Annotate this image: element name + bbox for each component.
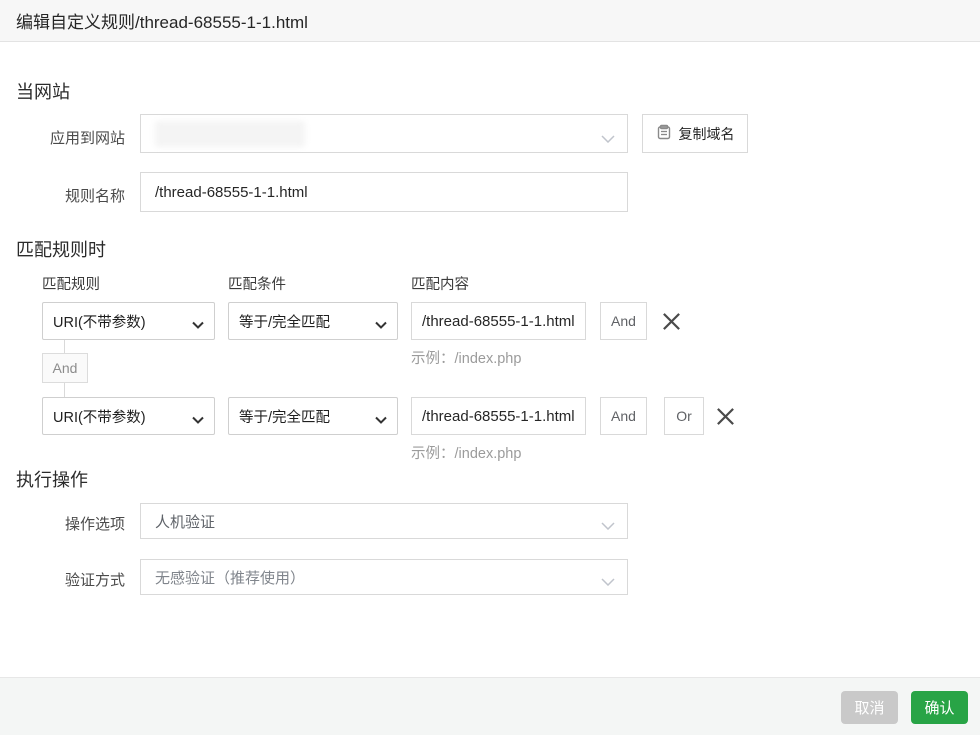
apply-site-label: 应用到网站 — [49, 130, 125, 147]
chevron-down-icon — [601, 573, 615, 590]
copy-domain-button[interactable]: 复制域名 — [642, 114, 748, 153]
page-title: 编辑自定义规则/thread-68555-1-1.html — [16, 13, 308, 32]
chevron-down-icon — [192, 317, 204, 333]
section-heading-match: 匹配规则时 — [16, 240, 106, 260]
apply-site-select[interactable] — [140, 114, 628, 153]
match-rule-value-2: URI(不带参数) — [53, 409, 146, 426]
match-rule-select-2[interactable]: URI(不带参数) — [42, 397, 215, 435]
column-header-content: 匹配内容 — [411, 277, 469, 293]
connector-and-button[interactable]: And — [42, 353, 88, 383]
and-button-2[interactable]: And — [600, 397, 647, 435]
close-icon — [662, 312, 680, 330]
section-heading-site: 当网站 — [16, 82, 70, 102]
dialog-footer: 取消 确认 — [0, 677, 980, 735]
match-rule-select-1[interactable]: URI(不带参数) — [42, 302, 215, 340]
match-condition-select-2[interactable]: 等于/完全匹配 — [228, 397, 398, 435]
section-heading-action: 执行操作 — [16, 470, 88, 490]
connector-line — [64, 340, 65, 353]
chevron-down-icon — [192, 412, 204, 428]
match-condition-select-1[interactable]: 等于/完全匹配 — [228, 302, 398, 340]
action-option-select[interactable]: 人机验证 — [140, 503, 628, 539]
copy-icon — [656, 124, 672, 143]
cancel-button[interactable]: 取消 — [841, 691, 898, 724]
rule-hint-2: 示例：/index.php — [411, 446, 522, 462]
copy-domain-label: 复制域名 — [678, 125, 735, 142]
chevron-down-icon — [375, 412, 387, 428]
redacted-domain-value — [155, 120, 305, 147]
verify-method-select[interactable]: 无感验证（推荐使用） — [140, 559, 628, 595]
or-button-2[interactable]: Or — [664, 397, 704, 435]
match-content-input-2[interactable] — [411, 397, 586, 435]
and-button-1[interactable]: And — [600, 302, 647, 340]
rule-hint-1: 示例：/index.php — [411, 351, 522, 367]
match-content-input-1[interactable] — [411, 302, 586, 340]
connector-line — [64, 383, 65, 397]
verify-method-value: 无感验证（推荐使用） — [155, 569, 306, 587]
rule-name-input[interactable] — [140, 172, 628, 212]
match-condition-value-1: 等于/完全匹配 — [239, 314, 331, 331]
verify-method-label: 验证方式 — [64, 572, 125, 589]
dialog-header: 编辑自定义规则/thread-68555-1-1.html — [0, 0, 980, 42]
column-header-rule: 匹配规则 — [42, 277, 100, 293]
remove-rule-button-1[interactable] — [658, 302, 684, 340]
column-header-condition: 匹配条件 — [228, 277, 286, 293]
edit-custom-rule-dialog: 编辑自定义规则/thread-68555-1-1.html 当网站 应用到网站 … — [0, 0, 980, 735]
match-condition-value-2: 等于/完全匹配 — [239, 409, 331, 426]
rule-name-label: 规则名称 — [64, 188, 125, 205]
chevron-down-icon — [601, 130, 615, 147]
remove-rule-button-2[interactable] — [712, 397, 738, 435]
close-icon — [716, 407, 734, 425]
action-option-value: 人机验证 — [155, 513, 216, 531]
action-option-label: 操作选项 — [64, 516, 125, 533]
chevron-down-icon — [601, 517, 615, 534]
match-rule-value-1: URI(不带参数) — [53, 314, 146, 331]
confirm-button[interactable]: 确认 — [911, 691, 968, 724]
chevron-down-icon — [375, 317, 387, 333]
